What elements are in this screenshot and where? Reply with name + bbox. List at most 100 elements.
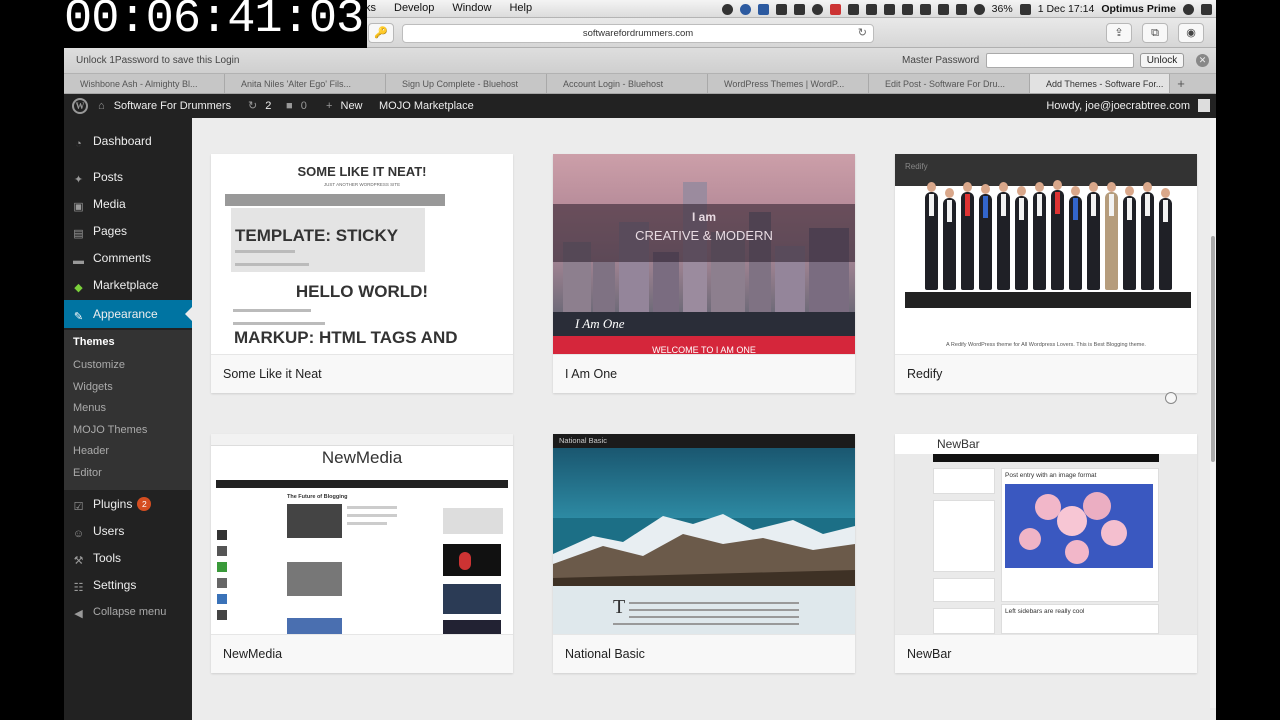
tab-1[interactable]: Wishbone Ash - Almighty Bl... (64, 74, 225, 93)
mojo-marketplace-link[interactable]: MOJO Marketplace (379, 94, 474, 118)
collapse-menu-button[interactable]: ◀ Collapse menu (64, 599, 192, 626)
theme-card-redify[interactable]: Redify A Redify WordPress theme for All … (895, 154, 1197, 393)
theme-name: Some Like it Neat (211, 354, 513, 393)
home-icon: ⌂ (98, 100, 105, 112)
tab-2[interactable]: Anita Niles 'Alter Ego' Fils... (225, 74, 386, 93)
gear-icon[interactable] (811, 3, 823, 15)
preview-site-subtitle: JUST ANOTHER WORDPRESS SITE (323, 182, 401, 187)
submenu-editor[interactable]: Editor (73, 464, 102, 482)
comments-link[interactable]: ■ 0 (286, 94, 307, 118)
users-icon: ☺ (72, 528, 85, 540)
power-icon[interactable] (937, 3, 949, 15)
tab-4[interactable]: Account Login - Bluehost (547, 74, 708, 93)
site-name-link[interactable]: ⌂ Software For Drummers (98, 94, 231, 118)
monitor-icon[interactable] (865, 3, 877, 15)
submenu-mojo-themes[interactable]: MOJO Themes (73, 421, 147, 439)
spotlight-icon[interactable] (1183, 3, 1194, 15)
sidebar-item-appearance[interactable]: ✎ Appearance (64, 300, 192, 328)
master-password-field[interactable] (986, 53, 1134, 68)
sidebar-item-posts[interactable]: ✦ Posts (64, 164, 192, 191)
preview-post-1: TEMPLATE: STICKY (235, 226, 399, 245)
wp-admin-bar: W ⌂ Software For Drummers ↻ 2 ■ 0 + New … (64, 94, 1216, 118)
onepassword-button[interactable]: 🔑 (368, 23, 394, 43)
preview-tagline: A Redify WordPress theme for All Wordpre… (946, 342, 1146, 348)
sidebar-item-marketplace[interactable]: ◆ Marketplace (64, 272, 192, 299)
gmail-icon[interactable] (829, 3, 841, 15)
tab-5[interactable]: WordPress Themes | WordP... (708, 74, 869, 93)
pages-icon: ▤ (73, 228, 84, 240)
sidebar-item-tools[interactable]: ⚒ Tools (64, 545, 192, 572)
new-content-link[interactable]: + New (326, 94, 363, 118)
battery-percent[interactable]: 36% (992, 3, 1013, 15)
share-icon: ⇪ (1114, 27, 1124, 39)
tab-6[interactable]: Edit Post - Software For Dru... (869, 74, 1030, 93)
preview-logo: Redify (905, 162, 928, 171)
wordpress-logo-icon[interactable]: W (72, 98, 88, 114)
updates-link[interactable]: ↻ 2 (248, 94, 271, 118)
preview-post-1: Post entry with an image format (1005, 472, 1097, 479)
menu-help[interactable]: Help (500, 2, 541, 14)
user-name[interactable]: Optimus Prime (1101, 3, 1176, 15)
volume-icon[interactable] (901, 3, 913, 15)
theme-card-newmedia[interactable]: NewMedia The Future of Blogging NewMedia (211, 434, 513, 673)
submenu-widgets[interactable]: Widgets (73, 378, 113, 396)
theme-card-some-like-it-neat[interactable]: SOME LIKE IT NEAT! JUST ANOTHER WORDPRES… (211, 154, 513, 393)
new-tab-icon[interactable]: + (1170, 74, 1192, 93)
unlock-button[interactable]: Unlock (1140, 53, 1184, 68)
skype-icon[interactable] (721, 3, 733, 15)
tab-3[interactable]: Sign Up Complete - Bluehost (386, 74, 547, 93)
submenu-header[interactable]: Header (73, 442, 109, 460)
battery-icon[interactable] (1019, 3, 1031, 15)
dropbox-icon[interactable] (757, 3, 769, 15)
keyboard-icon[interactable] (919, 3, 931, 15)
wifi-icon[interactable] (973, 3, 985, 15)
extension-button[interactable]: ◉ (1178, 23, 1204, 43)
theme-name: NewMedia (211, 634, 513, 673)
sidebar-item-dashboard[interactable]: ◔ Dashboard (64, 128, 192, 155)
avatar[interactable] (1198, 99, 1210, 112)
clock-icon[interactable] (847, 3, 859, 15)
menu-develop[interactable]: Develop (385, 2, 443, 14)
theme-name: National Basic (553, 634, 855, 673)
preview-nav-bar (225, 194, 445, 206)
appearance-submenu: Themes Customize Widgets Menus MOJO Them… (64, 330, 192, 490)
mouse-cursor (1165, 392, 1177, 404)
page-scrollbar[interactable] (1210, 118, 1216, 708)
preview-welcome: WELCOME TO I AM ONE (652, 345, 756, 354)
script-icon[interactable] (793, 3, 805, 15)
tabs-button[interactable]: ⧉ (1142, 23, 1168, 43)
tabs-icon: ⧉ (1151, 27, 1159, 39)
sidebar-item-media[interactable]: ▣ Media (64, 191, 192, 218)
sidebar-item-pages[interactable]: ▤ Pages (64, 218, 192, 245)
tab-bar: Wishbone Ash - Almighty Bl... Anita Nile… (64, 74, 1216, 94)
close-icon[interactable]: ✕ (1196, 54, 1209, 67)
scrollbar-thumb[interactable] (1211, 236, 1215, 462)
sidebar-item-users[interactable]: ☺ Users (64, 518, 192, 545)
notification-icon[interactable] (1201, 3, 1212, 15)
sidebar-item-settings[interactable]: ☷ Settings (64, 572, 192, 599)
share-button[interactable]: ⇪ (1106, 23, 1132, 43)
tab-7-active[interactable]: Add Themes - Software For... (1030, 74, 1170, 93)
submenu-menus[interactable]: Menus (73, 399, 106, 417)
howdy-user-link[interactable]: Howdy, joe@joecrabtree.com (1046, 94, 1190, 118)
preview-dropcap: T (613, 596, 626, 618)
theme-card-newbar[interactable]: NewBar Post entry with an image format L… (895, 434, 1197, 673)
onepassword-icon[interactable] (739, 3, 751, 15)
clock-text[interactable]: 1 Dec 17:14 (1038, 3, 1095, 15)
plugins-update-badge: 2 (137, 497, 152, 511)
theme-name: NewBar (895, 634, 1197, 673)
menu-window[interactable]: Window (443, 2, 500, 14)
sidebar-item-plugins[interactable]: ☑ Plugins 2 (64, 491, 192, 518)
bluetooth-icon[interactable] (955, 3, 967, 15)
reload-icon[interactable]: ↻ (858, 25, 867, 42)
themes-grid: SOME LIKE IT NEAT! JUST ANOTHER WORDPRES… (192, 118, 1208, 706)
submenu-customize[interactable]: Customize (73, 356, 125, 374)
theme-card-national-basic[interactable]: National Basic T National Basic (553, 434, 855, 673)
airplay-icon[interactable] (883, 3, 895, 15)
submenu-themes[interactable]: Themes (73, 333, 115, 351)
sidebar-item-comments[interactable]: ▬ Comments (64, 245, 192, 272)
address-bar[interactable]: softwarefordrummers.com ↻ (402, 24, 874, 43)
drive-icon[interactable] (775, 3, 787, 15)
theme-card-i-am-one[interactable]: I am CREATIVE & MODERN I Am One WELCOME … (553, 154, 855, 393)
plus-icon: + (326, 100, 333, 112)
